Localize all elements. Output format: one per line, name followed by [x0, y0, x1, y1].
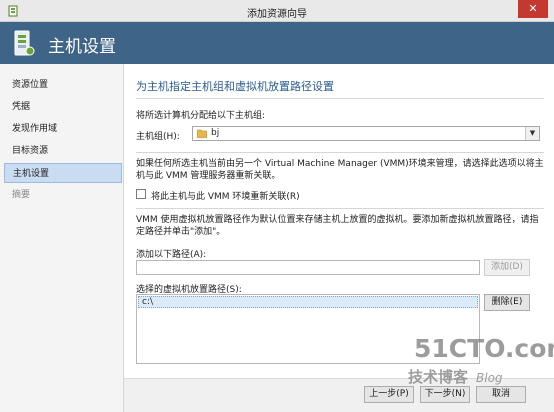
add-path-button[interactable]: 添加(D)	[484, 259, 530, 276]
page-header: 主机设置	[0, 22, 554, 64]
wizard-sidebar: 资源位置 凭据 发现作用域 目标资源 主机设置 摘要	[0, 64, 124, 412]
add-path-label: 添加以下路径(A):	[136, 250, 207, 260]
folder-icon	[197, 129, 207, 138]
section-divider	[136, 98, 544, 99]
sidebar-item-summary: 摘要	[12, 190, 31, 200]
reassociate-checkbox[interactable]	[136, 189, 146, 199]
remove-path-button[interactable]: 删除(E)	[484, 294, 530, 311]
dropdown-arrow-icon[interactable]: ▼	[525, 127, 539, 140]
section-title: 为主机指定主机组和虚拟机放置路径设置	[136, 80, 334, 93]
add-path-input[interactable]	[136, 260, 480, 275]
page-title: 主机设置	[48, 37, 116, 57]
vmm-reassociate-note: 如果任何所选主机当前由另一个 Virtual Machine Manager (…	[136, 159, 544, 181]
assign-host-group-label: 将所选计算机分配给以下主机组:	[136, 111, 266, 121]
previous-button[interactable]: 上一步(P)	[364, 386, 414, 403]
watermark: 51CTO.com 技术博客 Blog	[408, 326, 554, 398]
close-window-button[interactable]: ✕	[518, 0, 548, 18]
window-title: 添加资源向导	[247, 9, 307, 20]
host-group-dropdown[interactable]: bj ▼	[192, 126, 540, 141]
reassociate-checkbox-label[interactable]: 将此主机与此 VMM 环境重新关联(R)	[151, 189, 300, 202]
sidebar-item-resource-location[interactable]: 资源位置	[4, 75, 122, 95]
watermark-subtitle: 技术博客 Blog	[408, 366, 503, 387]
host-group-label: 主机组(H):	[136, 132, 180, 142]
host-server-icon	[14, 30, 35, 56]
section-divider-2	[136, 152, 544, 153]
sidebar-item-discovery-scope[interactable]: 发现作用域	[4, 119, 122, 139]
watermark-subtitle-blog: Blog	[476, 371, 503, 385]
list-item[interactable]: c:\	[138, 296, 478, 308]
watermark-logo-text: 51CTO.com	[414, 334, 554, 363]
sidebar-item-credentials[interactable]: 凭据	[4, 97, 122, 117]
watermark-subtitle-cn: 技术博客	[408, 368, 469, 386]
section-divider-3	[136, 208, 544, 209]
placement-path-note: VMM 使用虚拟机放置路径作为默认位置来存储主机上放置的虚拟机。要添加新虚拟机放…	[136, 215, 539, 237]
host-group-value: bj	[211, 128, 220, 138]
sidebar-item-host-settings[interactable]: 主机设置	[4, 163, 122, 183]
sidebar-item-target-resources[interactable]: 目标资源	[4, 141, 122, 161]
title-bar: 添加资源向导 ✕	[0, 0, 554, 22]
